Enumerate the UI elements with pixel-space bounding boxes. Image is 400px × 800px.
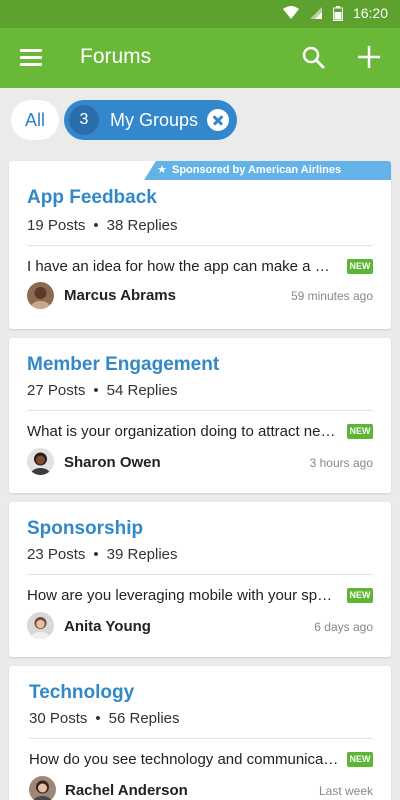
avatar xyxy=(27,282,54,309)
avatar xyxy=(27,612,54,639)
reply-count: 39 Replies xyxy=(106,546,178,563)
post-count: 30 Posts xyxy=(29,710,88,727)
forum-stats: 27 Posts • 54 Replies xyxy=(27,382,178,399)
author-name: Marcus Abrams xyxy=(64,287,176,304)
divider xyxy=(27,574,373,575)
forum-card-sponsorship[interactable]: Sponsorship 23 Posts • 39 Replies How are … xyxy=(9,502,391,657)
star-icon: ★ xyxy=(157,164,167,176)
post-time: Last week xyxy=(318,784,373,798)
author-name: Sharon Owen xyxy=(64,454,161,471)
app-bar: Forums xyxy=(0,28,400,88)
forum-card-member-engagement[interactable]: Member Engagement 27 Posts • 54 Replies Wh… xyxy=(9,338,391,493)
page-title: Forums xyxy=(80,45,152,68)
divider xyxy=(27,410,373,411)
group-count-badge: 3 xyxy=(69,105,99,135)
author-name: Anita Young xyxy=(64,618,151,635)
forum-card-technology[interactable]: Technology 30 Posts • 56 Replies How do yo… xyxy=(9,666,391,800)
sponsor-text: Sponsored by American Airlines Company xyxy=(172,164,342,195)
search-icon[interactable] xyxy=(298,42,330,74)
new-badge: NEW xyxy=(347,588,373,603)
avatar xyxy=(29,776,56,800)
latest-post-snippet[interactable]: I have an idea for how the app can make … xyxy=(27,258,337,275)
forum-card-app-feedback[interactable]: ★ Sponsored by American Airlines Company… xyxy=(9,161,391,329)
avatar xyxy=(27,448,54,475)
sponsor-banner: ★ Sponsored by American Airlines Company xyxy=(144,161,391,195)
reply-count: 56 Replies xyxy=(108,710,180,727)
signal-icon xyxy=(309,7,322,19)
post-time: 3 hours ago xyxy=(309,456,373,470)
new-badge: NEW xyxy=(347,259,373,274)
author-name: Rachel Anderson xyxy=(65,782,188,799)
divider xyxy=(27,245,373,246)
latest-post-snippet[interactable]: How do you see technology and communicat… xyxy=(29,751,339,768)
filter-all-chip[interactable]: All xyxy=(11,100,59,140)
forum-stats: 23 Posts • 39 Replies xyxy=(27,546,178,563)
status-bar: 16:20 xyxy=(0,0,400,28)
forum-stats: 19 Posts • 38 Replies xyxy=(27,217,178,234)
status-icons: 16:20 xyxy=(282,5,388,21)
filter-my-groups-chip[interactable]: 3 My Groups xyxy=(64,100,237,140)
filter-row: All 3 My Groups xyxy=(0,88,400,152)
forum-title[interactable]: App Feedback xyxy=(27,187,157,209)
close-icon[interactable] xyxy=(207,109,229,131)
forum-stats: 30 Posts • 56 Replies xyxy=(29,710,180,727)
wifi-icon xyxy=(282,6,299,19)
divider xyxy=(29,738,373,739)
forum-title[interactable]: Sponsorship xyxy=(27,518,143,540)
chip-label: My Groups xyxy=(110,110,199,130)
forum-title[interactable]: Member Engagement xyxy=(27,354,219,376)
add-icon[interactable] xyxy=(352,40,386,74)
reply-count: 54 Replies xyxy=(106,382,178,399)
post-count: 23 Posts xyxy=(27,546,86,563)
new-badge: NEW xyxy=(347,424,373,439)
post-time: 59 minutes ago xyxy=(290,289,373,303)
post-time: 6 days ago xyxy=(314,620,373,634)
latest-post-snippet[interactable]: How are you leveraging mobile with your … xyxy=(27,587,337,604)
battery-icon xyxy=(332,5,343,21)
reply-count: 38 Replies xyxy=(106,217,178,234)
latest-post-snippet[interactable]: What is your organization doing to attra… xyxy=(27,423,337,440)
post-count: 19 Posts xyxy=(27,217,86,234)
post-count: 27 Posts xyxy=(27,382,86,399)
status-time: 16:20 xyxy=(352,5,388,21)
forum-title[interactable]: Technology xyxy=(29,682,134,704)
menu-icon[interactable] xyxy=(14,46,48,70)
new-badge: NEW xyxy=(347,752,373,767)
